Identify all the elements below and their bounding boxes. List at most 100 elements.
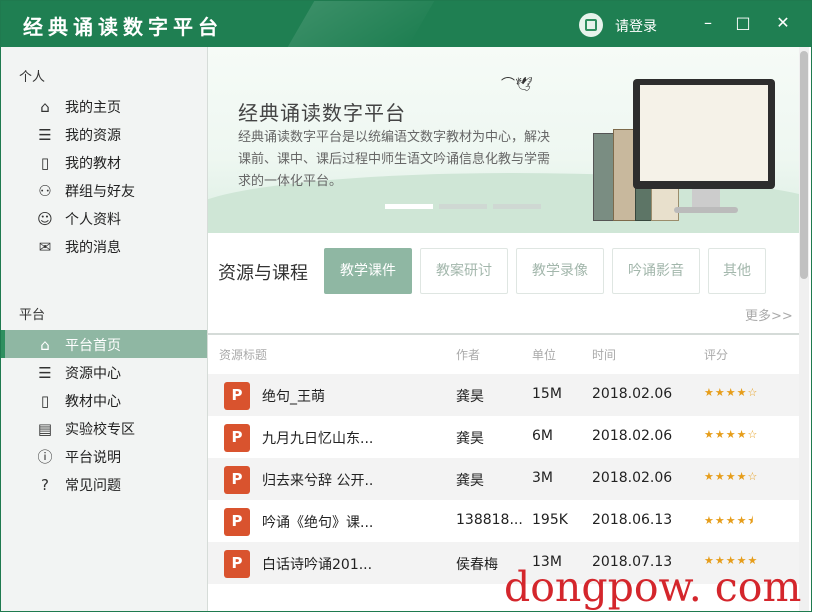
powerpoint-file-icon	[224, 466, 250, 494]
app-window: 经典诵读数字平台 请登录 – □ ✕ 个人 ⌂ 我的主页 ☰ 我的资源 ▯ 我的教材 ⚇ 群组…	[0, 0, 812, 612]
sidebar-item-label: 实验校专区	[65, 422, 135, 438]
sidebar-item-label: 平台首页	[65, 338, 121, 354]
rating-stars-icon: ★★★★☆	[704, 470, 759, 483]
column-header-size: 单位	[532, 348, 557, 362]
sidebar-item-personal-3[interactable]: ⚇ 群组与好友	[1, 176, 207, 204]
cell-author: 龚昊	[456, 431, 484, 447]
sidebar-item-label: 资源中心	[65, 366, 121, 382]
powerpoint-file-icon	[224, 508, 250, 536]
cell-author: 龚昊	[456, 473, 484, 489]
sidebar-item-label: 群组与好友	[65, 184, 135, 200]
sidebar-item-platform-1[interactable]: ☰ 资源中心	[1, 358, 207, 386]
table-row[interactable]: 归去来兮辞 公开.. 龚昊 3M 2018.02.06 ★★★★☆	[208, 458, 799, 500]
sidebar-item-platform-0[interactable]: ⌂ 平台首页	[1, 330, 207, 358]
document-icon: ▤	[37, 420, 53, 438]
rating-stars-icon: ★★★★☆	[704, 386, 759, 399]
sidebar-item-platform-4[interactable]: ⓘ 平台说明	[1, 442, 207, 470]
sidebar-item-label: 我的主页	[65, 100, 121, 116]
cell-date: 2018.06.13	[592, 512, 673, 528]
cell-size: 3M	[532, 470, 553, 486]
close-button[interactable]: ✕	[771, 11, 795, 35]
sidebar-item-label: 个人资料	[65, 212, 121, 228]
user-icon: ☺	[37, 210, 53, 228]
tab-2[interactable]: 教学录像	[516, 248, 604, 294]
table-row[interactable]: 绝句_王萌 龚昊 15M 2018.02.06 ★★★★☆	[208, 374, 799, 416]
column-header-rating: 评分	[704, 348, 729, 362]
scrollbar-thumb[interactable]	[800, 51, 808, 279]
title-bar-decoration	[287, 1, 435, 47]
rating-stars-icon: ★★★★☆	[704, 428, 759, 441]
login-link[interactable]: 请登录	[615, 16, 657, 36]
cell-size: 15M	[532, 386, 562, 402]
sidebar-item-personal-4[interactable]: ☺ 个人资料	[1, 204, 207, 232]
sidebar-item-label: 常见问题	[65, 478, 121, 494]
book-icon: ▯	[40, 154, 50, 172]
tab-1[interactable]: 教案研讨	[420, 248, 508, 294]
cell-date: 2018.02.06	[592, 428, 673, 444]
sidebar-item-platform-2[interactable]: ▯ 教材中心	[1, 386, 207, 414]
monitor-base	[674, 207, 738, 213]
powerpoint-file-icon	[224, 424, 250, 452]
section-platform-label: 平台	[19, 308, 46, 323]
watermark: dongpow. com	[504, 563, 802, 611]
monitor-screen-illustration	[640, 85, 768, 181]
sidebar-item-platform-3[interactable]: ▤ 实验校专区	[1, 414, 207, 442]
sidebar-item-label: 我的教材	[65, 156, 121, 172]
maximize-button[interactable]: □	[731, 11, 755, 35]
cell-author: 侯春梅	[456, 557, 498, 573]
title-bar: 经典诵读数字平台 请登录 – □ ✕	[1, 1, 811, 47]
sidebar-item-label: 教材中心	[65, 394, 121, 410]
table-row[interactable]: 九月九日忆山东... 龚昊 6M 2018.02.06 ★★★★☆	[208, 416, 799, 458]
sidebar-item-label: 我的消息	[65, 240, 121, 256]
question-icon: ?	[41, 476, 49, 494]
carousel-dot[interactable]	[493, 204, 541, 209]
sidebar-item-label: 平台说明	[65, 450, 121, 466]
powerpoint-file-icon	[224, 382, 250, 410]
list-icon: ☰	[38, 126, 52, 144]
cell-size: 6M	[532, 428, 553, 444]
group-icon: ⚇	[38, 182, 52, 200]
carousel-dot[interactable]	[385, 204, 433, 209]
sidebar-item-personal-1[interactable]: ☰ 我的资源	[1, 120, 207, 148]
tab-3[interactable]: 吟诵影音	[612, 248, 700, 294]
mail-icon: ✉	[38, 238, 52, 256]
bird-illustration-icon: ⌒🕊	[501, 77, 533, 93]
sidebar-item-label: 我的资源	[65, 128, 121, 144]
sidebar-item-personal-5[interactable]: ✉ 我的消息	[1, 232, 207, 260]
tab-4[interactable]: 其他	[708, 248, 766, 294]
login-book-icon[interactable]	[579, 13, 603, 37]
sidebar: 个人 ⌂ 我的主页 ☰ 我的资源 ▯ 我的教材 ⚇ 群组与好友 ☺ 个人资料 ✉ 我的消息 平台 ⌂ 平…	[1, 47, 208, 611]
app-title: 经典诵读数字平台	[23, 15, 223, 39]
more-link[interactable]: 更多>>	[745, 305, 793, 324]
home-icon: ⌂	[40, 336, 50, 354]
monitor-stand	[692, 189, 720, 209]
column-header-date: 时间	[592, 348, 617, 362]
minimize-button[interactable]: –	[696, 11, 720, 35]
table-row[interactable]: 吟诵《绝句》课... 138818... 195K 2018.06.13 ★★★★⯨	[208, 500, 799, 542]
home-icon: ⌂	[40, 98, 50, 116]
cell-title[interactable]: 吟诵《绝句》课...	[262, 512, 373, 532]
column-header-title: 资源标题	[219, 348, 268, 362]
rating-stars-icon: ★★★★⯨	[704, 514, 755, 527]
divider	[208, 333, 799, 335]
section-title: 资源与课程	[218, 263, 308, 284]
sidebar-item-personal-2[interactable]: ▯ 我的教材	[1, 148, 207, 176]
column-header-author: 作者	[456, 348, 481, 362]
cell-author: 龚昊	[456, 389, 484, 405]
cell-author: 138818...	[456, 512, 523, 528]
tab-0[interactable]: 教学课件	[324, 248, 412, 294]
banner-title: 经典诵读数字平台	[238, 101, 406, 125]
sidebar-item-platform-5[interactable]: ? 常见问题	[1, 470, 207, 498]
cell-title[interactable]: 绝句_王萌	[262, 386, 325, 406]
info-icon: ⓘ	[37, 448, 53, 466]
cell-title[interactable]: 白话诗吟诵201...	[262, 554, 372, 574]
cell-date: 2018.02.06	[592, 470, 673, 486]
section-personal-label: 个人	[19, 70, 46, 85]
cell-size: 195K	[532, 512, 568, 528]
carousel-dot[interactable]	[439, 204, 487, 209]
cell-date: 2018.02.06	[592, 386, 673, 402]
cell-title[interactable]: 九月九日忆山东...	[262, 428, 373, 448]
sidebar-item-personal-0[interactable]: ⌂ 我的主页	[1, 92, 207, 120]
cell-title[interactable]: 归去来兮辞 公开..	[262, 470, 373, 490]
powerpoint-file-icon	[224, 550, 250, 578]
